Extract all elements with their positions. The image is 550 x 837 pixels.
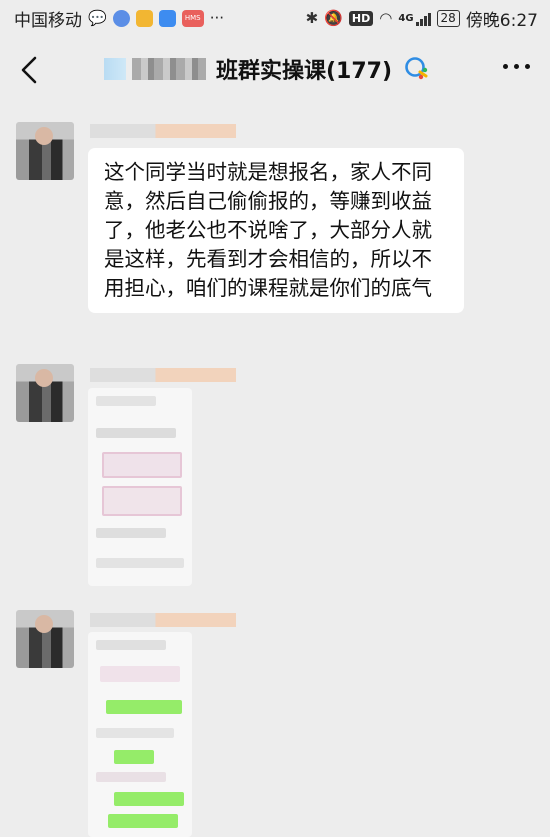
browser-icon bbox=[112, 9, 130, 27]
notes-icon bbox=[135, 9, 153, 27]
blurred-row bbox=[96, 640, 166, 650]
dot bbox=[514, 64, 519, 69]
text-message-bubble[interactable]: 这个同学当时就是想报名，家人不同意，然后自己偷偷报的，等赚到收益了，他老公也不说… bbox=[88, 148, 464, 313]
blurred-sender-name bbox=[90, 613, 236, 627]
group-title: 班群实操课(177) bbox=[216, 59, 393, 84]
image-message[interactable] bbox=[88, 632, 192, 837]
avatar[interactable] bbox=[16, 364, 74, 422]
chat-bubble-icon: 💬 bbox=[88, 9, 107, 27]
blurred-row bbox=[106, 700, 182, 714]
dot bbox=[525, 64, 530, 69]
chat-title: 班群实操课(177) bbox=[104, 53, 430, 85]
blurred-row bbox=[114, 750, 154, 764]
blurred-row bbox=[108, 814, 178, 828]
blurred-row bbox=[96, 558, 184, 568]
blurred-row bbox=[102, 486, 182, 516]
blurred-emoji bbox=[104, 58, 126, 80]
blurred-row bbox=[96, 528, 166, 538]
blurred-row bbox=[96, 428, 176, 438]
blurred-row bbox=[102, 452, 182, 478]
blurred-row bbox=[96, 728, 174, 738]
status-bar: 中国移动 💬 HMS ··· ✱ 🔕 HD ◠ 4G 28 傍晚6:27 bbox=[0, 0, 550, 36]
clock: 傍晚6:27 bbox=[465, 10, 538, 31]
avatar[interactable] bbox=[16, 122, 74, 180]
hms-icon: HMS bbox=[181, 9, 204, 27]
blurred-sender-name bbox=[90, 368, 236, 382]
back-button[interactable] bbox=[12, 52, 46, 88]
dot bbox=[503, 64, 508, 69]
blurred-sender-name bbox=[90, 124, 236, 138]
battery-icon: 28 bbox=[436, 9, 460, 27]
network-type: 4G bbox=[398, 12, 414, 24]
bulb-icon bbox=[158, 9, 176, 27]
wifi-icon: ◠ bbox=[379, 9, 393, 27]
message-text: 这个同学当时就是想报名，家人不同意，然后自己偷偷报的，等赚到收益了，他老公也不说… bbox=[104, 160, 432, 300]
blurred-row bbox=[96, 396, 156, 406]
blurred-row bbox=[96, 772, 166, 782]
more-notifications-icon: ··· bbox=[209, 9, 224, 27]
blurred-row bbox=[100, 666, 180, 682]
chevron-left-icon bbox=[21, 56, 37, 84]
blurred-row bbox=[114, 792, 184, 806]
mute-icon: 🔕 bbox=[324, 9, 343, 27]
avatar[interactable] bbox=[16, 610, 74, 668]
more-options-button[interactable] bbox=[503, 64, 530, 69]
chat-header: 班群实操课(177) bbox=[0, 36, 550, 104]
hd-icon: HD bbox=[348, 10, 374, 26]
signal-icon bbox=[415, 11, 431, 26]
bluetooth-icon: ✱ bbox=[305, 9, 319, 27]
carrier-label: 中国移动 bbox=[14, 10, 82, 31]
status-left: 中国移动 💬 HMS ··· bbox=[14, 6, 224, 31]
wecom-icon bbox=[405, 57, 428, 80]
blurred-name bbox=[132, 58, 206, 80]
status-right: ✱ 🔕 HD ◠ 4G 28 傍晚6:27 bbox=[306, 6, 538, 31]
image-message[interactable] bbox=[88, 388, 192, 586]
